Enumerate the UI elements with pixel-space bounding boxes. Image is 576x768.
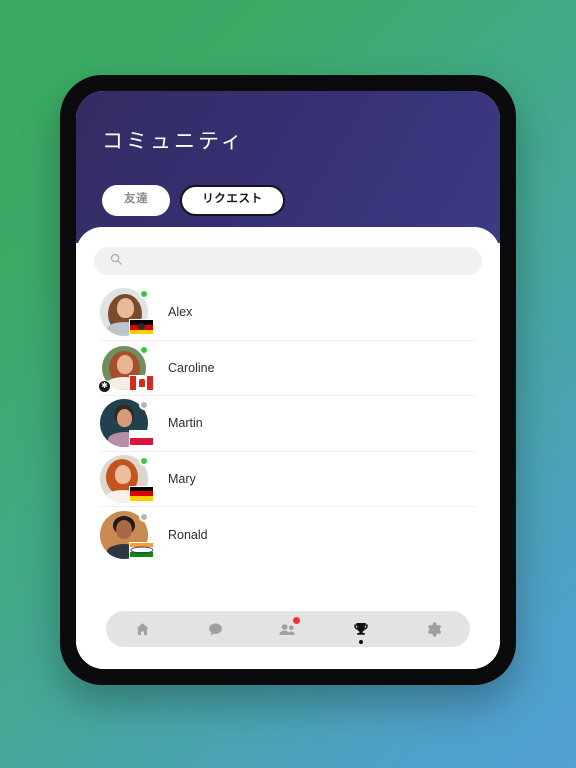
flag-de: ⬢	[129, 319, 154, 336]
tab-bar: 友達 リクエスト	[102, 185, 474, 216]
bottom-nav	[106, 611, 470, 647]
avatar[interactable]	[100, 510, 154, 559]
bottom-nav-container	[94, 601, 482, 669]
avatar[interactable]	[100, 399, 154, 448]
list-item[interactable]: ⬢ Alex	[100, 285, 476, 341]
status-dot-offline	[139, 511, 149, 522]
friend-name: Martin	[168, 416, 203, 431]
flag-in	[129, 541, 154, 558]
nav-item-home[interactable]	[106, 611, 179, 647]
active-tab-indicator	[358, 640, 363, 644]
flag-de	[129, 485, 154, 502]
status-dot-online	[139, 344, 149, 355]
star-badge-icon: ✱	[98, 379, 111, 393]
avatar[interactable]: ✱	[98, 343, 154, 393]
content-sheet: ⬢ Alex ✱ Caroline Martin Mary Ronald	[76, 227, 500, 669]
gear-icon	[425, 621, 442, 638]
nav-item-community[interactable]	[252, 611, 325, 647]
trophy-icon	[353, 621, 369, 637]
chat-bubble-icon	[207, 621, 224, 638]
page-title: コミュニティ	[102, 130, 245, 153]
search-input[interactable]	[130, 255, 466, 267]
search-icon	[110, 252, 122, 270]
friend-name: Mary	[168, 471, 196, 486]
flag-ca	[129, 374, 154, 391]
home-icon	[134, 621, 151, 638]
tablet-device-frame: コミュニティ 友達 リクエスト ⬢ Alex ✱ Caroline Martin…	[60, 75, 516, 685]
tab-requests[interactable]: リクエスト	[180, 185, 285, 216]
notification-badge	[293, 617, 301, 624]
nav-item-chat[interactable]	[179, 611, 252, 647]
device-screen: コミュニティ 友達 リクエスト ⬢ Alex ✱ Caroline Martin…	[76, 91, 500, 669]
app-header: コミュニティ 友達 リクエスト	[76, 91, 500, 243]
friend-name: Ronald	[168, 527, 208, 542]
list-item[interactable]: Martin	[100, 396, 476, 452]
avatar[interactable]: ⬢	[100, 288, 154, 337]
friend-name: Alex	[168, 305, 193, 320]
list-item[interactable]: Mary	[100, 452, 476, 507]
status-dot-online	[139, 455, 149, 466]
tab-friends[interactable]: 友達	[102, 185, 171, 216]
avatar[interactable]	[100, 454, 154, 503]
nav-item-settings[interactable]	[397, 611, 470, 647]
friend-list: ⬢ Alex ✱ Caroline Martin Mary Ronald	[94, 285, 482, 601]
flag-pl	[129, 430, 154, 447]
search-bar[interactable]	[94, 247, 482, 275]
list-item[interactable]: ✱ Caroline	[98, 341, 476, 396]
nav-item-leaderboard[interactable]	[324, 611, 397, 647]
list-item[interactable]: Ronald	[100, 507, 476, 563]
friend-name: Caroline	[168, 360, 215, 375]
